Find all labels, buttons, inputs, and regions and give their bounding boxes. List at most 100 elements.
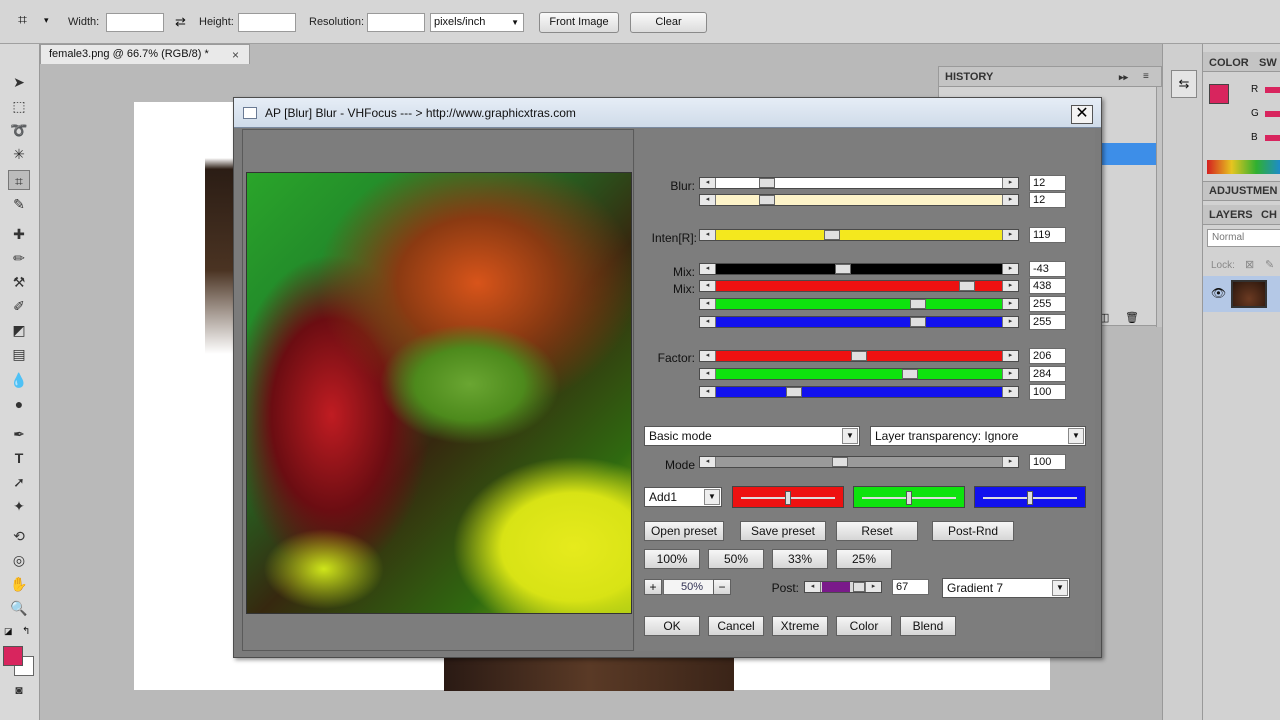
- panel-menu-icon[interactable]: ≡: [1143, 67, 1149, 87]
- quick-mask-icon[interactable]: ◙: [8, 680, 30, 700]
- healing-brush-tool-icon[interactable]: ✚: [8, 224, 30, 244]
- open-preset-button[interactable]: Open preset: [644, 521, 724, 541]
- 3d-rotate-tool-icon[interactable]: ⟲: [8, 526, 30, 546]
- color-slider-1[interactable]: [853, 486, 965, 508]
- r-slider[interactable]: [1265, 87, 1280, 93]
- magic-wand-tool-icon[interactable]: ✳: [8, 144, 30, 164]
- dodge-tool-icon[interactable]: ●: [8, 394, 30, 414]
- lasso-tool-icon[interactable]: ➰: [8, 120, 30, 140]
- front-image-button[interactable]: Front Image: [539, 12, 619, 33]
- slider-thumb[interactable]: [910, 299, 926, 309]
- post-rnd-button[interactable]: Post-Rnd: [932, 521, 1014, 541]
- height-input[interactable]: [238, 13, 296, 32]
- color-ramp[interactable]: [1207, 160, 1280, 174]
- hand-tool-icon[interactable]: ✋: [8, 574, 30, 594]
- slider-left-arrow[interactable]: ◂: [700, 317, 716, 327]
- slider-left-arrow[interactable]: ◂: [700, 387, 716, 397]
- slider-blur2[interactable]: ◂ ▸: [699, 194, 1019, 206]
- slider-left-arrow[interactable]: ◂: [700, 457, 716, 467]
- 3d-orbit-tool-icon[interactable]: ◎: [8, 550, 30, 570]
- slider-blur1[interactable]: ◂ ▸: [699, 177, 1019, 189]
- slider-left-arrow[interactable]: ◂: [700, 369, 716, 379]
- slider-thumb[interactable]: [786, 387, 802, 397]
- resolution-input[interactable]: [367, 13, 425, 32]
- slider-thumb[interactable]: [959, 281, 975, 291]
- slider-thumb[interactable]: [832, 457, 848, 467]
- shape-tool-icon[interactable]: ✦: [8, 496, 30, 516]
- preview-image[interactable]: [246, 172, 632, 614]
- gradient-select[interactable]: Gradient 7 ▼: [942, 578, 1070, 598]
- slider-left-arrow[interactable]: ◂: [700, 178, 716, 188]
- swap-icon[interactable]: ⇄: [175, 14, 186, 30]
- slider-right-arrow[interactable]: ▸: [1002, 195, 1018, 205]
- eraser-tool-icon[interactable]: ◩: [8, 320, 30, 340]
- crop-tool-icon[interactable]: ⌗: [8, 170, 30, 190]
- blur-tool-icon[interactable]: 💧: [8, 370, 30, 390]
- slider-thumb[interactable]: [910, 317, 926, 327]
- color-slider-2[interactable]: [974, 486, 1086, 508]
- foreground-color-chip[interactable]: [1209, 84, 1229, 104]
- eyedropper-tool-icon[interactable]: ✎: [8, 194, 30, 214]
- brush-tool-icon[interactable]: ✏: [8, 248, 30, 268]
- swap-colors-icon[interactable]: ↰: [22, 626, 30, 637]
- slider-mode[interactable]: ◂ ▸: [699, 456, 1019, 468]
- slider-value[interactable]: -43: [1029, 261, 1066, 277]
- slider-mix_black[interactable]: ◂ ▸: [699, 263, 1019, 275]
- slider-mix_red[interactable]: ◂ ▸: [699, 280, 1019, 292]
- b-slider[interactable]: [1265, 135, 1280, 141]
- slider-factor_red[interactable]: ◂ ▸: [699, 350, 1019, 362]
- zoom-25-button[interactable]: 25%: [836, 549, 892, 569]
- slider-thumb[interactable]: [851, 351, 867, 361]
- path-selection-tool-icon[interactable]: ➚: [8, 472, 30, 492]
- ok-button[interactable]: OK: [644, 616, 700, 636]
- slider-right-arrow[interactable]: ▸: [1002, 351, 1018, 361]
- default-colors-icon[interactable]: ◪: [4, 626, 13, 637]
- blend-button[interactable]: Blend: [900, 616, 956, 636]
- slider-thumb[interactable]: [824, 230, 840, 240]
- layers-tab[interactable]: LAYERS: [1209, 205, 1253, 225]
- basic-mode-select[interactable]: Basic mode ▼: [644, 426, 860, 446]
- slider-left-arrow[interactable]: ◂: [700, 230, 716, 240]
- lock-pixels-icon[interactable]: ✎: [1265, 258, 1274, 271]
- slider-inten[interactable]: ◂ ▸: [699, 229, 1019, 241]
- slider-right-arrow[interactable]: ▸: [1002, 457, 1018, 467]
- lock-transparent-icon[interactable]: ⊠: [1245, 258, 1254, 271]
- close-icon[interactable]: ✕: [1071, 105, 1093, 124]
- slider-value[interactable]: 119: [1029, 227, 1066, 243]
- slider-right-arrow[interactable]: ▸: [1002, 387, 1018, 397]
- post-value[interactable]: 67: [892, 579, 929, 595]
- slider-right-arrow[interactable]: ▸: [1002, 230, 1018, 240]
- slider-left-arrow[interactable]: ◂: [805, 582, 821, 592]
- slider-thumb[interactable]: [902, 369, 918, 379]
- slider-left-arrow[interactable]: ◂: [700, 299, 716, 309]
- slider-thumb[interactable]: [759, 178, 775, 188]
- slider-value[interactable]: 100: [1029, 384, 1066, 400]
- marquee-tool-icon[interactable]: ⬚: [8, 96, 30, 116]
- color-slider-thumb[interactable]: [906, 491, 912, 505]
- zoom-50-button[interactable]: 50%: [708, 549, 764, 569]
- channels-tab[interactable]: CH: [1261, 205, 1277, 225]
- post-slider[interactable]: ◂ ▸: [804, 581, 882, 593]
- slider-left-arrow[interactable]: ◂: [700, 264, 716, 274]
- adjustments-tab[interactable]: ADJUSTMEN: [1209, 181, 1277, 201]
- color-button[interactable]: Color: [836, 616, 892, 636]
- history-brush-tool-icon[interactable]: ✐: [8, 296, 30, 316]
- layer-row[interactable]: 👁: [1203, 276, 1280, 312]
- cancel-button[interactable]: Cancel: [708, 616, 764, 636]
- close-document-icon[interactable]: ×: [232, 48, 239, 62]
- slider-thumb[interactable]: [759, 195, 775, 205]
- slider-right-arrow[interactable]: ▸: [1002, 178, 1018, 188]
- post-slider-thumb[interactable]: [853, 582, 865, 592]
- g-slider[interactable]: [1265, 111, 1280, 117]
- zoom-plus-button[interactable]: +: [644, 579, 662, 595]
- slider-mix_blue[interactable]: ◂ ▸: [699, 316, 1019, 328]
- trash-icon[interactable]: 🗑: [1125, 311, 1139, 324]
- slider-value[interactable]: 255: [1029, 296, 1066, 312]
- pen-tool-icon[interactable]: ✒: [8, 424, 30, 444]
- slider-value[interactable]: 284: [1029, 366, 1066, 382]
- slider-mix_green[interactable]: ◂ ▸: [699, 298, 1019, 310]
- add-mode-select[interactable]: Add1 ▼: [644, 487, 722, 507]
- slider-thumb[interactable]: [835, 264, 851, 274]
- swatches-tab[interactable]: SW: [1259, 53, 1277, 73]
- collapse-icon[interactable]: ▸▸: [1119, 67, 1128, 87]
